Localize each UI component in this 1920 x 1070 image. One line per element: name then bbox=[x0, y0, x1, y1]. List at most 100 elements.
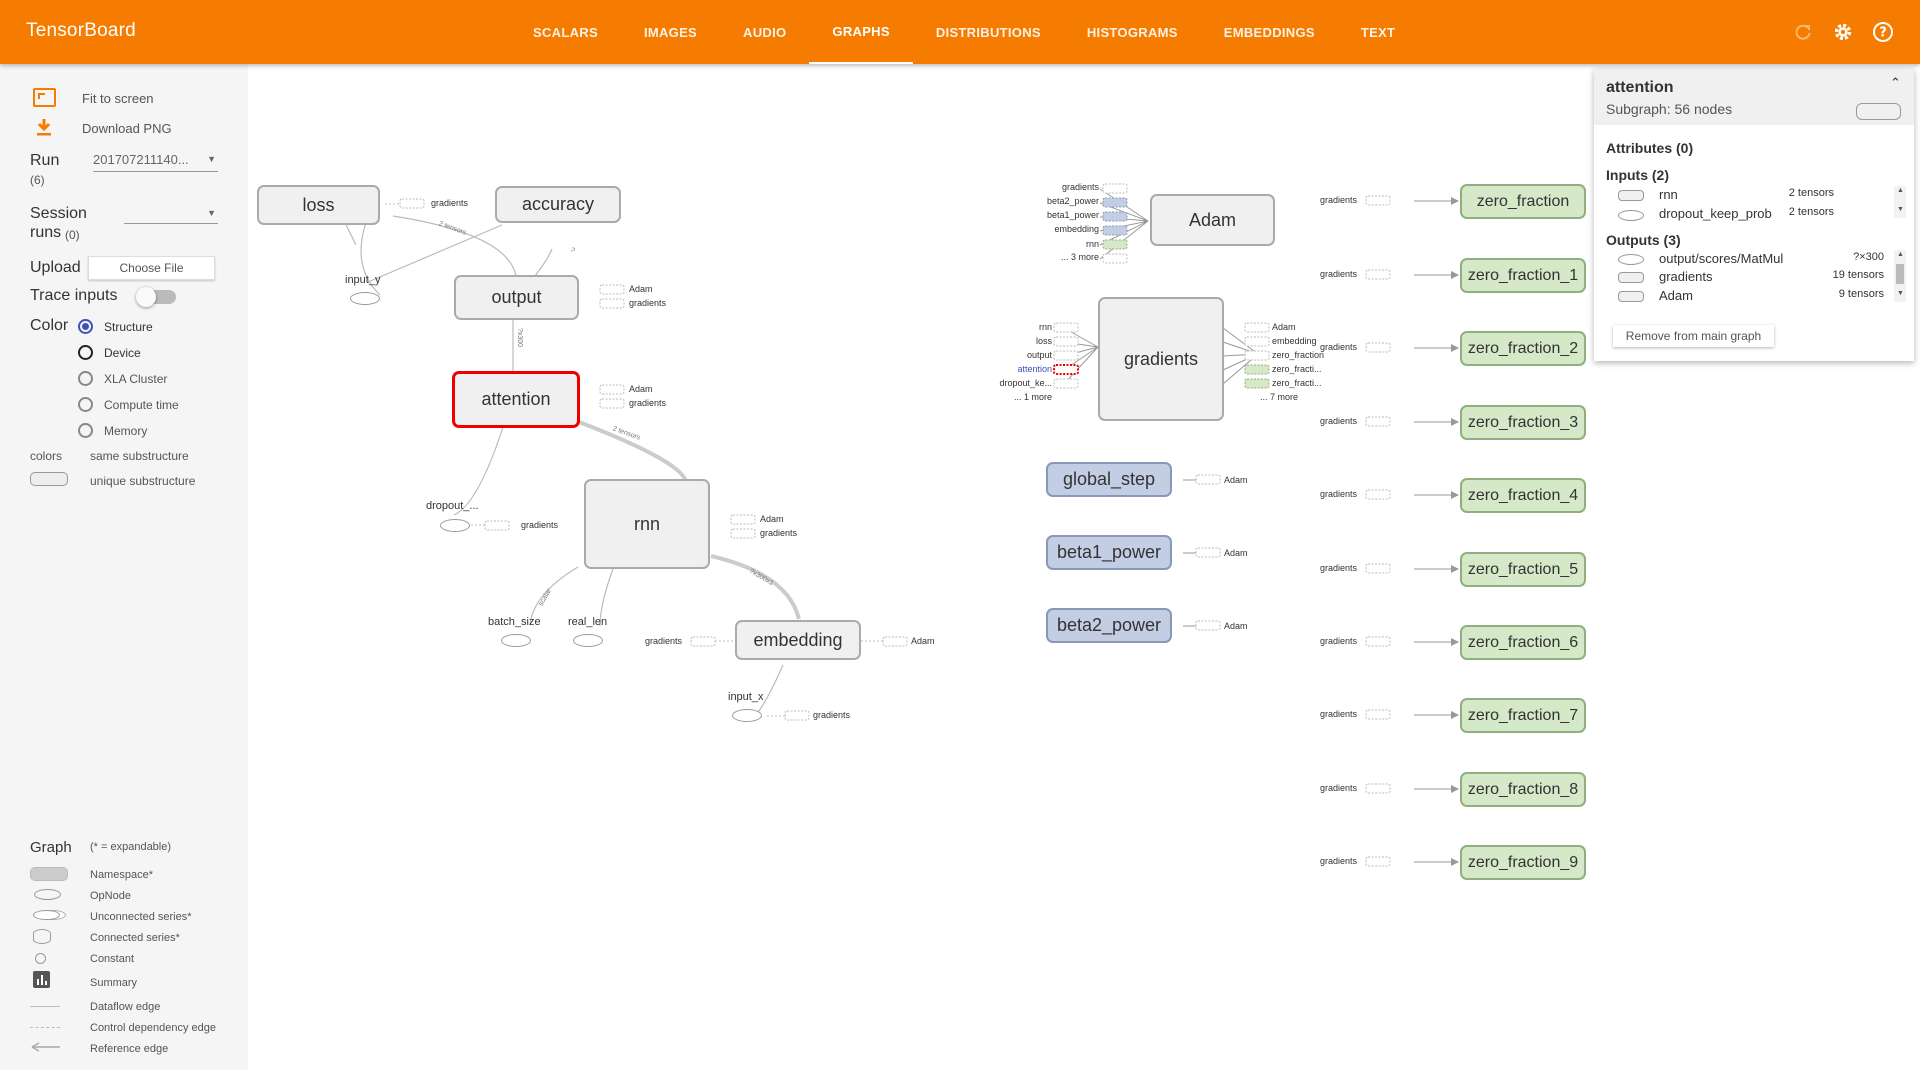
accuracy-node[interactable]: accuracy bbox=[495, 186, 621, 223]
trace-inputs-toggle[interactable] bbox=[136, 287, 176, 307]
download-icon[interactable] bbox=[36, 118, 52, 141]
same-substructure-label: same substructure bbox=[90, 449, 189, 463]
legend-reference: Reference edge bbox=[90, 1043, 169, 1055]
beta2-power-node[interactable]: beta2_power bbox=[1046, 608, 1172, 643]
tab-scalars[interactable]: SCALARS bbox=[510, 0, 621, 64]
output-node[interactable]: output bbox=[454, 275, 579, 320]
svg-text:?: ? bbox=[1879, 26, 1887, 41]
gradients-output-label: zero_fraction bbox=[1272, 350, 1325, 360]
dropout-input-icon bbox=[1618, 210, 1644, 221]
input-x-op[interactable] bbox=[732, 709, 762, 722]
colors-label: colors bbox=[30, 449, 63, 463]
node-info-card: attention Subgraph: 56 nodes ⌃ Attribute… bbox=[1594, 69, 1914, 361]
color-option-structure: Structure bbox=[104, 320, 153, 334]
session-runs-label: Session bbox=[30, 205, 87, 222]
gradients-node[interactable]: gradients bbox=[1098, 297, 1224, 421]
color-device-radio[interactable] bbox=[78, 345, 93, 360]
zero-fraction-2-node[interactable]: zero_fraction_2 bbox=[1460, 331, 1586, 366]
dropout-op[interactable] bbox=[440, 519, 470, 532]
output-count: ?×300 bbox=[1853, 251, 1884, 263]
upload-label: Upload bbox=[30, 259, 81, 276]
tab-embeddings[interactable]: EMBEDDINGS bbox=[1201, 0, 1338, 64]
rnn-gradients-label: gradients bbox=[760, 528, 798, 538]
zero-fraction-node[interactable]: zero_fraction bbox=[1460, 184, 1586, 219]
color-memory-radio[interactable] bbox=[78, 423, 93, 438]
fit-to-screen-button[interactable]: Fit to screen bbox=[82, 91, 154, 106]
color-compute-radio[interactable] bbox=[78, 397, 93, 412]
zero-fraction-5-node[interactable]: zero_fraction_5 bbox=[1460, 552, 1586, 587]
inputs-heading[interactable]: Inputs (2) bbox=[1606, 167, 1669, 183]
dataflow-edge-legend-icon bbox=[30, 1006, 60, 1007]
trace-inputs-label: Trace inputs bbox=[30, 287, 118, 304]
batch-size-label: batch_size bbox=[488, 616, 541, 628]
adam-output-icon bbox=[1618, 291, 1644, 302]
remove-from-main-graph-button[interactable]: Remove from main graph bbox=[1613, 325, 1774, 347]
beta2-adam-label: Adam bbox=[1224, 621, 1248, 631]
constant-legend-icon bbox=[35, 953, 46, 964]
settings-gear-icon[interactable] bbox=[1831, 20, 1855, 44]
output-item-matmul[interactable]: output/scores/MatMul bbox=[1659, 251, 1783, 266]
attention-node-selected[interactable]: attention bbox=[452, 371, 580, 428]
download-png-button[interactable]: Download PNG bbox=[82, 121, 172, 136]
input-item-rnn[interactable]: rnn bbox=[1659, 187, 1678, 202]
edge-label: ?x300 bbox=[516, 327, 524, 348]
adam-input-label: gradients bbox=[1061, 182, 1099, 192]
tab-distributions[interactable]: DISTRIBUTIONS bbox=[913, 0, 1064, 64]
input-item-dropout[interactable]: dropout_keep_prob bbox=[1659, 206, 1772, 221]
color-xla-radio[interactable] bbox=[78, 371, 93, 386]
beta1-power-node[interactable]: beta1_power bbox=[1046, 535, 1172, 570]
attributes-heading[interactable]: Attributes (0) bbox=[1606, 140, 1693, 156]
zf-gradients-label: gradients bbox=[1320, 636, 1358, 646]
embedding-gradients-label: gradients bbox=[645, 636, 683, 646]
tab-text[interactable]: TEXT bbox=[1338, 0, 1418, 64]
session-runs-select[interactable]: ▼ bbox=[124, 206, 218, 224]
app-title: TensorBoard bbox=[26, 20, 136, 41]
outputs-heading[interactable]: Outputs (3) bbox=[1606, 232, 1681, 248]
input-x-label: input_x bbox=[728, 691, 764, 703]
color-structure-radio[interactable] bbox=[78, 319, 93, 334]
loss-node[interactable]: loss bbox=[257, 185, 380, 225]
collapse-chevron-icon[interactable]: ⌃ bbox=[1890, 75, 1901, 91]
tab-images[interactable]: IMAGES bbox=[621, 0, 720, 64]
inputs-scrollbar[interactable]: ▲ ▼ bbox=[1894, 186, 1906, 218]
gradients-input-label-highlighted: attention bbox=[1017, 364, 1052, 374]
gradients-output-label: embedding bbox=[1272, 336, 1317, 346]
real-len-op[interactable] bbox=[573, 634, 603, 647]
rnn-node[interactable]: rnn bbox=[584, 479, 710, 569]
zf-gradients-label: gradients bbox=[1320, 783, 1358, 793]
embedding-node[interactable]: embedding bbox=[735, 620, 861, 660]
color-option-device: Device bbox=[104, 346, 141, 360]
outputs-scrollbar[interactable]: ▲ ▼ bbox=[1894, 250, 1906, 302]
zero-fraction-4-node[interactable]: zero_fraction_4 bbox=[1460, 478, 1586, 513]
run-select[interactable]: 201707211140... ▼ bbox=[93, 152, 218, 172]
output-item-gradients[interactable]: gradients bbox=[1659, 269, 1712, 284]
input-y-op[interactable] bbox=[350, 292, 380, 305]
zero-fraction-6-node[interactable]: zero_fraction_6 bbox=[1460, 625, 1586, 660]
help-icon[interactable]: ? bbox=[1871, 20, 1895, 44]
adam-node[interactable]: Adam bbox=[1150, 194, 1275, 246]
gradients-output-label: Adam bbox=[1272, 322, 1296, 332]
zf-gradients-label: gradients bbox=[1320, 709, 1358, 719]
tab-graphs[interactable]: GRAPHS bbox=[809, 0, 913, 64]
zero-fraction-1-node[interactable]: zero_fraction_1 bbox=[1460, 258, 1586, 293]
control-edge-legend-icon bbox=[30, 1027, 60, 1028]
zf-gradients-label: gradients bbox=[1320, 342, 1358, 352]
dropdown-arrow-icon: ▼ bbox=[207, 208, 216, 218]
output-item-adam[interactable]: Adam bbox=[1659, 288, 1693, 303]
gradients-output-label: zero_fracti... bbox=[1272, 364, 1322, 374]
choose-file-button[interactable]: Choose File bbox=[88, 256, 215, 280]
tab-histograms[interactable]: HISTOGRAMS bbox=[1064, 0, 1201, 64]
refresh-icon[interactable] bbox=[1791, 20, 1815, 44]
zero-fraction-7-node[interactable]: zero_fraction_7 bbox=[1460, 698, 1586, 733]
global-step-node[interactable]: global_step bbox=[1046, 462, 1172, 497]
batch-size-op[interactable] bbox=[501, 634, 531, 647]
legend-summary: Summary bbox=[90, 977, 138, 989]
zero-fraction-8-node[interactable]: zero_fraction_8 bbox=[1460, 772, 1586, 807]
gradients-input-label: output bbox=[1026, 350, 1052, 360]
embedding-adam-label: Adam bbox=[911, 636, 935, 646]
zero-fraction-3-node[interactable]: zero_fraction_3 bbox=[1460, 405, 1586, 440]
zero-fraction-9-node[interactable]: zero_fraction_9 bbox=[1460, 845, 1586, 880]
output-op-icon bbox=[1618, 254, 1644, 265]
tab-audio[interactable]: AUDIO bbox=[720, 0, 809, 64]
fit-to-screen-icon[interactable] bbox=[33, 88, 56, 107]
